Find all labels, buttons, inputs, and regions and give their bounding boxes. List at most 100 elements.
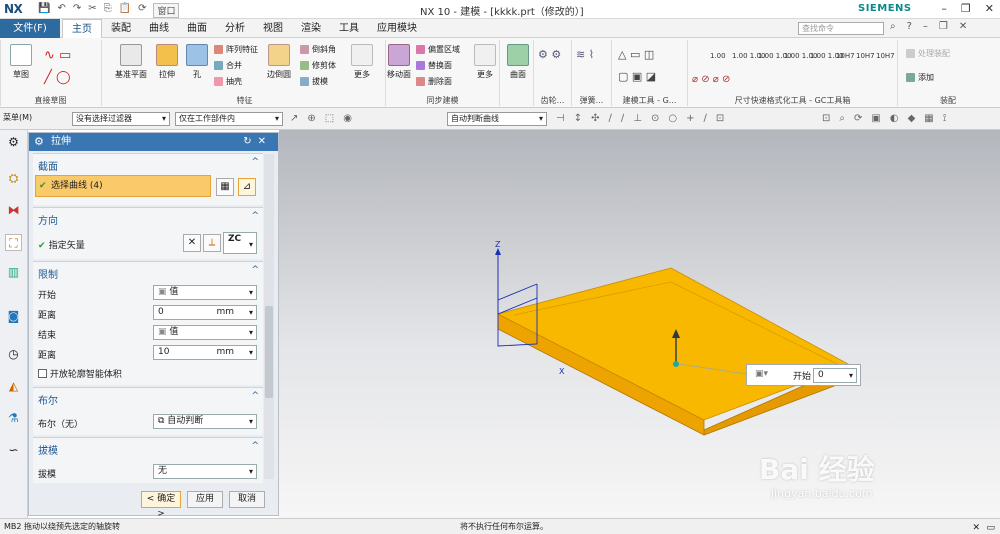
select-plus-icon[interactable]: ⊕ xyxy=(307,113,315,124)
selection-scope-select[interactable]: 仅在工作部件内 xyxy=(175,112,283,126)
render-style-icon[interactable]: ▣ xyxy=(871,113,880,124)
repeat-icon[interactable]: ⟳ xyxy=(138,3,146,18)
tab-applications[interactable]: 应用模块 xyxy=(368,19,426,39)
fit-icon[interactable]: ⊡ xyxy=(822,113,830,124)
end-distance-input[interactable]: 10 mm ▾ xyxy=(153,345,257,360)
layer-icon[interactable]: ◆ xyxy=(908,113,916,124)
add-component-button[interactable]: 添加 xyxy=(906,72,934,83)
ok-button[interactable]: < 确定 > xyxy=(141,491,181,519)
origin-handle[interactable] xyxy=(673,361,679,367)
hole-button[interactable]: 孔 xyxy=(184,44,210,80)
tab-assembly[interactable]: 装配 xyxy=(102,19,140,39)
graphics-window[interactable]: Z X ▣▾ 开始 0 ▾ Bai 经验 jingyan.baidu.com xyxy=(279,130,1000,518)
collapse-caret-icon[interactable]: ^ xyxy=(251,391,259,401)
on-screen-input[interactable]: ▣▾ 开始 0 ▾ xyxy=(746,364,861,386)
dim-value-8[interactable]: 10H7 xyxy=(876,52,895,60)
command-search-input[interactable]: 查找命令 xyxy=(798,22,884,35)
close-icon[interactable]: ✕ xyxy=(985,2,994,15)
spline-icon[interactable]: ∿ ▭ xyxy=(44,48,71,63)
surface-button[interactable]: 曲面 xyxy=(505,44,531,80)
collapse-caret-icon[interactable]: ^ xyxy=(251,441,259,451)
orient-icon[interactable]: ⟟ xyxy=(943,113,947,124)
gear-icon[interactable]: ⚙ ⚙ xyxy=(538,48,561,61)
select-face-icon[interactable]: ◉ xyxy=(343,113,352,124)
minimize-doc-icon[interactable]: – xyxy=(923,21,928,32)
help-icon[interactable]: ? xyxy=(907,21,912,32)
tab-surface[interactable]: 曲面 xyxy=(178,19,216,39)
reset-icon[interactable]: ↻ xyxy=(243,136,257,147)
replace-face-button[interactable]: 替换面 xyxy=(416,60,452,71)
cube-icon[interactable]: ▦ xyxy=(924,113,933,124)
collapse-caret-icon[interactable]: ^ xyxy=(251,265,259,275)
sync-more-button[interactable]: 更多 xyxy=(472,44,498,80)
open-profile-checkbox-row[interactable]: 开放轮廓智能体积 xyxy=(38,367,122,380)
triangle-icon[interactable]: △ ▭ ◫ xyxy=(618,48,654,61)
line-icon[interactable]: ╱ ◯ xyxy=(44,70,71,85)
cancel-button[interactable]: 取消 xyxy=(229,491,265,508)
status-toggle-icon[interactable]: ▭ xyxy=(986,521,995,534)
rotate-icon[interactable]: ⟳ xyxy=(854,113,862,124)
roles-icon[interactable]: ∽ xyxy=(5,442,22,459)
sketch-button[interactable]: 草图 xyxy=(6,44,36,80)
trim-body-button[interactable]: 修剪体 xyxy=(300,60,336,71)
tab-tools[interactable]: 工具 xyxy=(330,19,368,39)
sketch-section-icon[interactable]: ▦ xyxy=(216,178,234,196)
draft-button[interactable]: 拔模 xyxy=(300,76,328,87)
snap-icon-11[interactable]: ⊡ xyxy=(716,113,724,124)
web-browser-icon[interactable]: ◙ xyxy=(5,308,22,325)
color-icon[interactable]: ◐ xyxy=(890,113,899,124)
delete-face-button[interactable]: 删除面 xyxy=(416,76,452,87)
reuse-library-icon[interactable]: ▥ xyxy=(5,264,22,281)
tab-analysis[interactable]: 分析 xyxy=(216,19,254,39)
dim-value-7[interactable]: 10H7 xyxy=(856,52,875,60)
offset-region-button[interactable]: 偏置区域 xyxy=(416,44,460,55)
apply-button[interactable]: 应用 xyxy=(187,491,223,508)
close-doc-icon[interactable]: ✕ xyxy=(959,21,967,32)
snap-icon-7[interactable]: ⊙ xyxy=(651,113,659,124)
collapse-caret-icon[interactable]: ^ xyxy=(251,157,259,167)
snap-icon-3[interactable]: ✣ xyxy=(591,113,599,124)
dim-value-6[interactable]: 10H7 xyxy=(836,52,855,60)
vector-select[interactable]: ZC ▾ xyxy=(223,232,257,254)
feature-more-button[interactable]: 更多 xyxy=(348,44,376,80)
datum-plane-button[interactable]: 基准平面 xyxy=(112,44,150,80)
square-tool-icon[interactable]: ▢ ▣ ◪ xyxy=(618,70,656,83)
undo-icon[interactable]: ↶ xyxy=(57,3,65,18)
open-profile-checkbox[interactable] xyxy=(38,369,47,378)
constraint-navigator-icon[interactable]: ⧓ xyxy=(5,202,22,219)
restore-icon[interactable]: ❐ xyxy=(961,2,971,15)
minimize-icon[interactable]: – xyxy=(941,2,947,15)
shell-button[interactable]: 抽壳 xyxy=(214,76,242,87)
part-navigator-icon[interactable]: ⛶ xyxy=(5,234,22,251)
dialog-close-icon[interactable]: ✕ xyxy=(258,136,272,147)
tab-home[interactable]: 主页 xyxy=(62,19,102,39)
file-menu-button[interactable]: 文件(F) xyxy=(0,19,60,38)
cut-icon[interactable]: ✂ xyxy=(88,3,96,18)
snap-icon-4[interactable]: ∕ xyxy=(609,113,612,124)
draft-select[interactable]: 无 ▾ xyxy=(153,464,257,479)
window-menu-button[interactable]: 窗口 xyxy=(153,3,180,18)
section-title[interactable]: 截面 xyxy=(38,158,58,173)
selection-filter-select[interactable]: 没有选择过滤器 xyxy=(72,112,170,126)
paste-icon[interactable]: 📋 xyxy=(119,3,131,18)
dim-value-1[interactable]: 1.00 xyxy=(710,52,726,60)
collapse-caret-icon[interactable]: ^ xyxy=(251,211,259,221)
tab-view[interactable]: 视图 xyxy=(254,19,292,39)
system-materials-icon[interactable]: ◭ xyxy=(5,378,22,395)
snap-icon-2[interactable]: ↕ xyxy=(574,113,582,124)
snap-icon-5[interactable]: ∕ xyxy=(621,113,624,124)
curve-rule-select[interactable]: 自动判断曲线 xyxy=(447,112,547,126)
tab-curve[interactable]: 曲线 xyxy=(140,19,178,39)
zoom-icon[interactable]: ⌕ xyxy=(839,113,845,124)
snap-icon-10[interactable]: ∕ xyxy=(703,113,706,124)
tab-render[interactable]: 渲染 xyxy=(292,19,330,39)
restore-doc-icon[interactable]: ❐ xyxy=(939,21,948,32)
select-box-icon[interactable]: ⬚ xyxy=(325,113,334,124)
end-type-select[interactable]: ▣ 值 ▾ xyxy=(153,325,257,340)
snap-icon-6[interactable]: ⊥ xyxy=(633,113,642,124)
boolean-title[interactable]: 布尔 xyxy=(38,392,58,407)
pattern-feature-button[interactable]: 阵列特征 xyxy=(214,44,258,55)
float-start-input[interactable]: 0 ▾ xyxy=(813,368,857,383)
edge-blend-button[interactable]: 边倒圆 xyxy=(264,44,294,80)
status-close-icon[interactable]: ✕ xyxy=(972,521,980,534)
